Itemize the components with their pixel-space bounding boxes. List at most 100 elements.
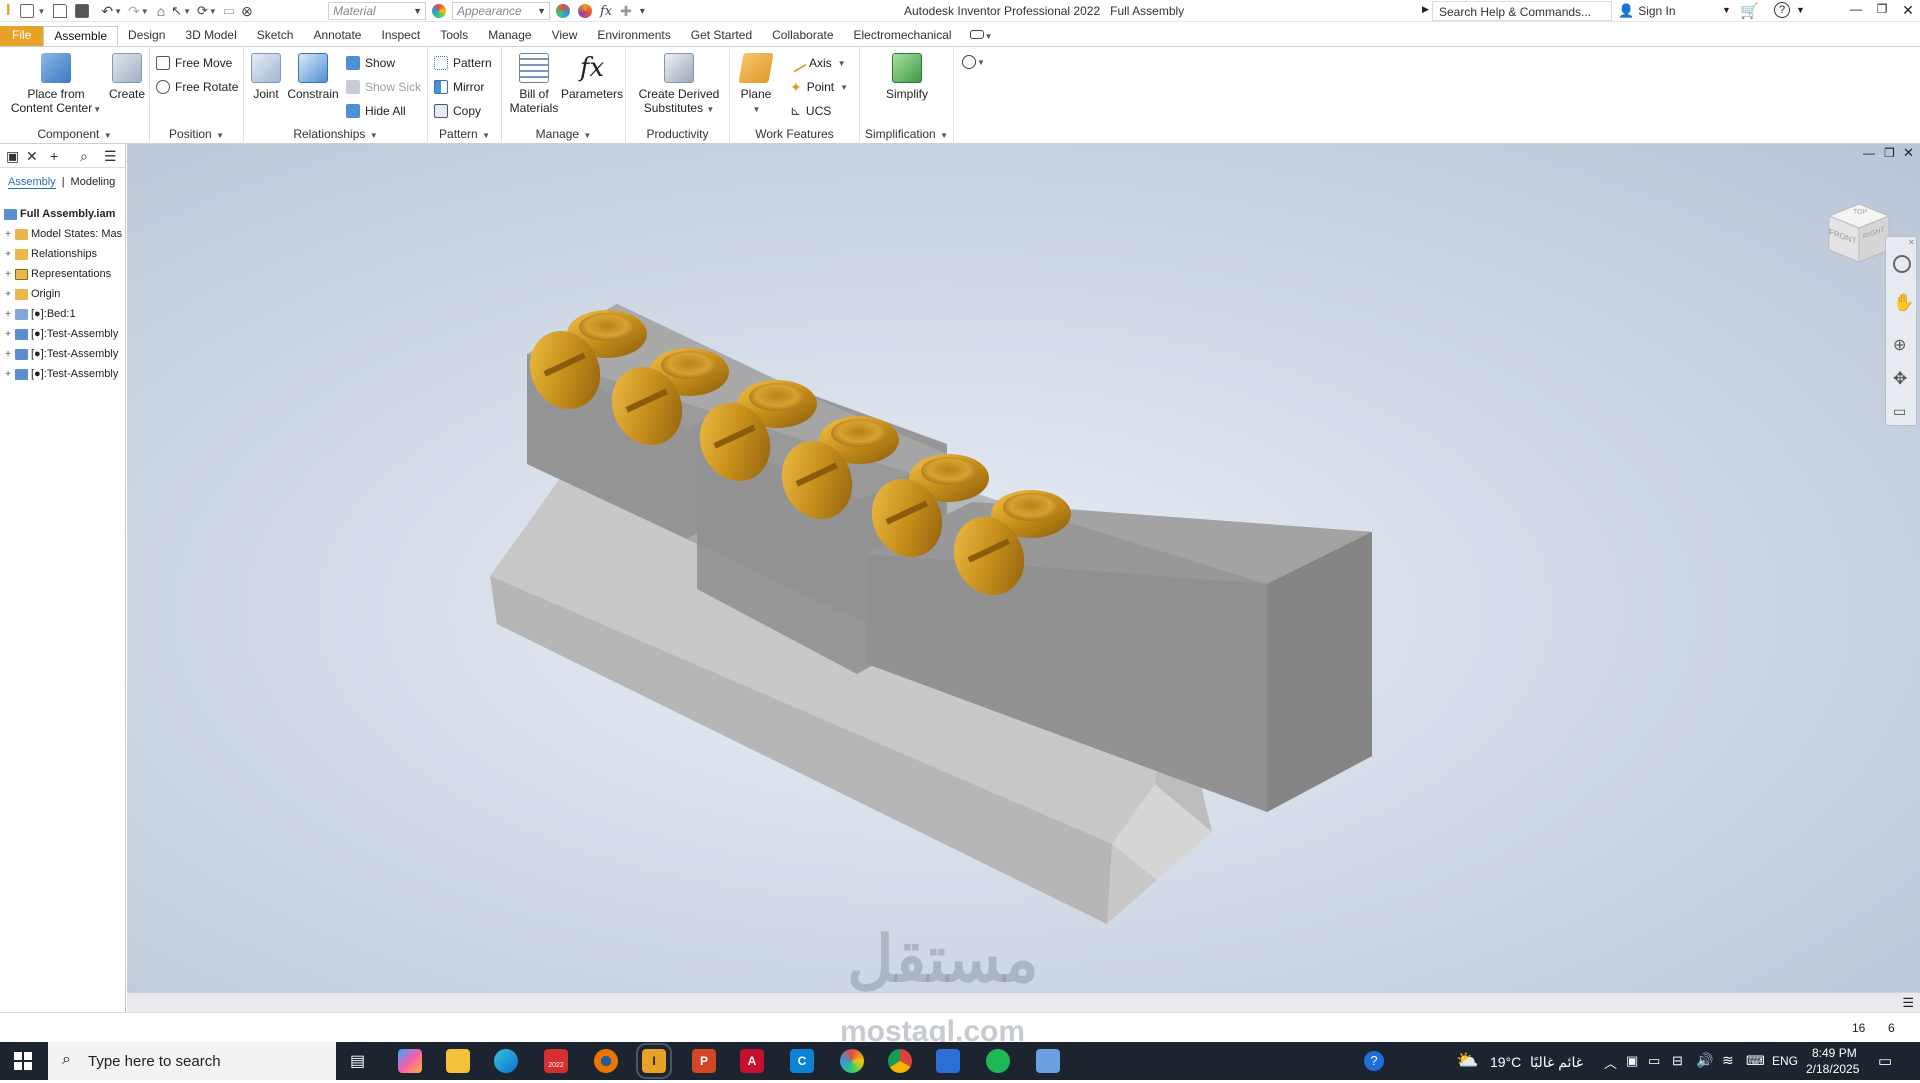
powerpoint-icon[interactable]: P (692, 1049, 716, 1073)
tab-inspect[interactable]: Inspect (371, 26, 430, 46)
tree-node-test-assembly-2[interactable]: + [●]:Test-Assembly (0, 344, 126, 364)
expand-arrow-icon[interactable]: ▶ (1422, 4, 1429, 15)
pattern-button[interactable]: Pattern (434, 54, 492, 72)
fx-icon[interactable]: fx (600, 4, 612, 19)
zoom-icon[interactable]: ⊕ (1893, 335, 1906, 355)
expand-icon[interactable]: + (3, 289, 13, 300)
app-c-icon[interactable]: C (790, 1049, 814, 1073)
file-explorer-icon[interactable] (446, 1049, 470, 1073)
solidworks-icon[interactable]: 2022 (544, 1049, 568, 1073)
place-from-content-center-button[interactable]: Place from Content Center▼ (10, 53, 102, 117)
tab-file[interactable]: File (0, 26, 44, 46)
free-rotate-button[interactable]: Free Rotate (156, 78, 238, 96)
undo-icon[interactable]: ↶ (101, 3, 113, 20)
expand-icon[interactable]: + (3, 269, 13, 280)
clock-date[interactable]: 2/18/2025 (1806, 1062, 1859, 1076)
appearance-combo[interactable]: Appearance ▼ (452, 2, 550, 20)
panel-simplification-label[interactable]: Simplification ▼ (860, 127, 953, 141)
customize-icon[interactable]: ▾ (640, 6, 645, 17)
adjust-appearance-icon[interactable] (556, 4, 570, 18)
weather-text[interactable]: غائم غالبًا (1530, 1054, 1583, 1071)
help-tray-icon[interactable]: ? (1364, 1051, 1384, 1071)
appearance-off-icon[interactable]: ⊗ (241, 3, 253, 20)
calculator-icon[interactable] (1036, 1049, 1060, 1073)
mirror-button[interactable]: Mirror (434, 78, 484, 96)
tab-view[interactable]: View (542, 26, 588, 46)
sign-in-dropdown-icon[interactable]: ▼ (1722, 5, 1731, 15)
temperature[interactable]: 19°C (1490, 1054, 1521, 1070)
parameters-button[interactable]: fx Parameters (560, 53, 624, 101)
tab-environments[interactable]: Environments (587, 26, 680, 46)
app-store-icon[interactable] (936, 1049, 960, 1073)
tray-battery-icon[interactable]: ⊟ (1672, 1053, 1683, 1069)
create-derived-substitutes-button[interactable]: Create Derived Substitutes ▼ (630, 53, 728, 117)
free-move-button[interactable]: Free Move (156, 54, 232, 72)
spotify-icon[interactable] (986, 1049, 1010, 1073)
blender-icon[interactable] (594, 1049, 618, 1073)
ribbon-options-button[interactable]: ▼ (962, 26, 1001, 46)
inventor-taskbar-icon[interactable]: I (636, 1043, 672, 1079)
clear-appearance-icon[interactable] (578, 4, 592, 18)
help-search-input[interactable]: Search Help & Commands... (1432, 1, 1612, 21)
material-combo[interactable]: Material ▼ (328, 2, 426, 20)
taskbar-search-input[interactable]: ⌕ Type here to search (48, 1042, 336, 1080)
browser-add-icon[interactable]: + (50, 148, 58, 164)
navbar-close-icon[interactable]: ✕ (1908, 238, 1915, 247)
tree-node-origin[interactable]: + Origin (0, 284, 126, 304)
tray-app-icon[interactable]: ▣ (1626, 1053, 1638, 1069)
new-icon[interactable] (20, 4, 35, 18)
panel-position-label[interactable]: Position ▼ (150, 127, 243, 141)
measure-icon[interactable]: ▭ (223, 3, 235, 19)
constrain-button[interactable]: Constrain (286, 53, 340, 101)
close-button[interactable]: ✕ (1898, 2, 1918, 20)
volume-icon[interactable]: 🔊 (1696, 1052, 1713, 1069)
panel-manage-label[interactable]: Manage ▼ (502, 127, 625, 141)
help-icon[interactable]: ? (1774, 2, 1790, 18)
edge-icon[interactable] (494, 1049, 518, 1073)
open-icon[interactable] (53, 4, 68, 18)
browser-menu-icon[interactable]: ▣ (6, 148, 19, 165)
ucs-button[interactable]: ⊾ UCS (790, 102, 831, 120)
restore-button[interactable]: ❐ (1872, 2, 1892, 20)
tree-node-test-assembly-3[interactable]: + [●]:Test-Assembly (0, 364, 126, 384)
update-icon[interactable]: ⟳ (197, 3, 208, 19)
tray-device-icon[interactable]: ▭ (1648, 1053, 1660, 1069)
tab-annotate[interactable]: Annotate (303, 26, 371, 46)
tree-node-model-states[interactable]: + Model States: Mas (0, 224, 126, 244)
tab-electromechanical[interactable]: Electromechanical (844, 26, 962, 46)
browser-search-icon[interactable]: ⌕ (80, 148, 88, 165)
redo-icon[interactable]: ↷ (128, 3, 140, 20)
pan-icon[interactable]: ✋ (1893, 293, 1914, 313)
expand-icon[interactable]: + (3, 229, 13, 240)
copy-button[interactable]: Copy (434, 102, 481, 120)
assembly-3d-model[interactable] (127, 144, 1920, 992)
joint-button[interactable]: Joint (248, 53, 284, 101)
browser-tab-assembly[interactable]: Assembly (8, 176, 56, 189)
notification-icon[interactable]: ▭ (1878, 1052, 1892, 1070)
tab-collaborate[interactable]: Collaborate (762, 26, 843, 46)
steering-wheel-icon[interactable] (1893, 255, 1911, 273)
tab-3d-model[interactable]: 3D Model (175, 26, 246, 46)
panel-pattern-label[interactable]: Pattern ▼ (428, 127, 501, 141)
chrome-icon[interactable] (888, 1049, 912, 1073)
document-tabs-menu-icon[interactable]: ☰ (1902, 995, 1914, 1011)
expand-icon[interactable]: + (3, 249, 13, 260)
hide-all-button[interactable]: Hide All (346, 102, 406, 120)
tab-manage[interactable]: Manage (478, 26, 541, 46)
language-indicator[interactable]: ENG (1772, 1054, 1798, 1068)
bill-of-materials-button[interactable]: Bill of Materials (506, 53, 562, 115)
point-button[interactable]: ✦ Point ▼ (790, 78, 848, 96)
sign-in-button[interactable]: 👤 Sign In (1618, 3, 1676, 19)
graphics-viewport[interactable]: — ❐ ✕ FRONT RIGHT TOP ✕ ✋ ⊕ ✥ ▭ مستقل (127, 144, 1920, 992)
expand-icon[interactable]: + (3, 329, 13, 340)
help-dropdown-icon[interactable]: ▼ (1796, 5, 1805, 15)
home-icon[interactable]: ⌂ (157, 3, 165, 19)
look-at-icon[interactable]: ▭ (1893, 403, 1906, 420)
expand-icon[interactable]: + (3, 309, 13, 320)
minimize-button[interactable]: — (1846, 2, 1866, 20)
tree-node-bed[interactable]: + [●]:Bed:1 (0, 304, 126, 324)
add-icon[interactable]: ✚ (620, 3, 632, 20)
tree-node-root[interactable]: Full Assembly.iam (0, 204, 126, 224)
tray-overflow-icon[interactable]: ︿ (1604, 1053, 1617, 1072)
browser-tab-modeling[interactable]: Modeling (71, 176, 116, 189)
